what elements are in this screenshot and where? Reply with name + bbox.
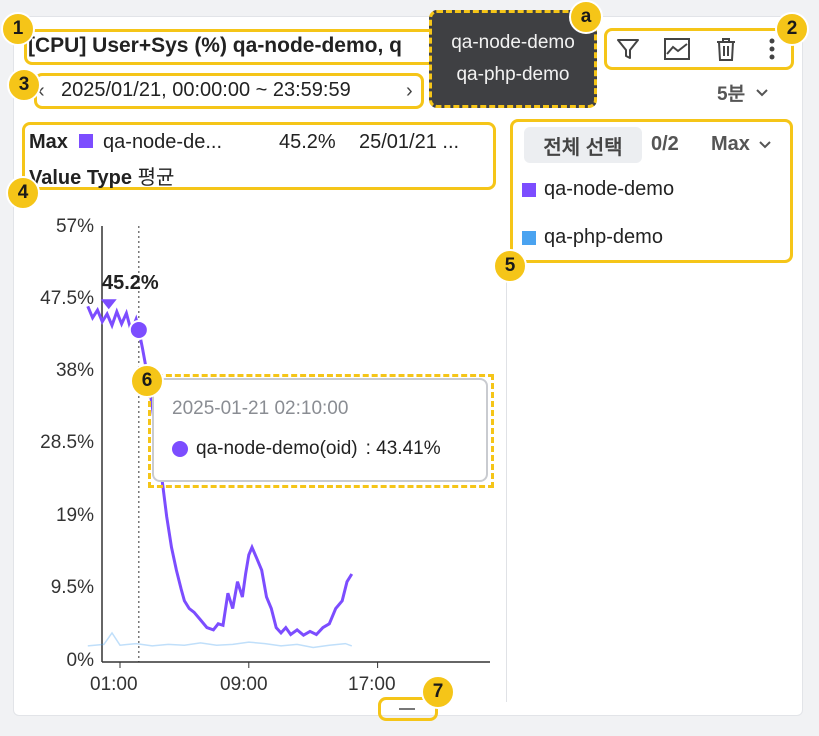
hover-point[interactable] — [128, 319, 149, 340]
resize-handle[interactable] — [399, 708, 415, 710]
hover-tooltip: 2025-01-21 02:10:00 qa-node-demo(oid) : … — [152, 378, 488, 482]
callout-badge-7: 7 — [421, 675, 455, 709]
peak-marker — [100, 299, 117, 310]
line-chart[interactable] — [0, 0, 819, 736]
tooltip-time: 2025-01-21 02:10:00 — [172, 398, 349, 419]
callout-badge-6: 6 — [130, 364, 164, 398]
peak-value-label: 45.2% — [102, 272, 159, 294]
tooltip-series-dot — [172, 441, 188, 457]
tooltip-series-label: qa-node-demo(oid) — [196, 438, 358, 459]
tooltip-series-value: : 43.41% — [365, 438, 441, 459]
tooltip-row: qa-node-demo(oid) : 43.41% — [172, 438, 441, 460]
series-line-qa-php-demo[interactable] — [87, 631, 353, 649]
